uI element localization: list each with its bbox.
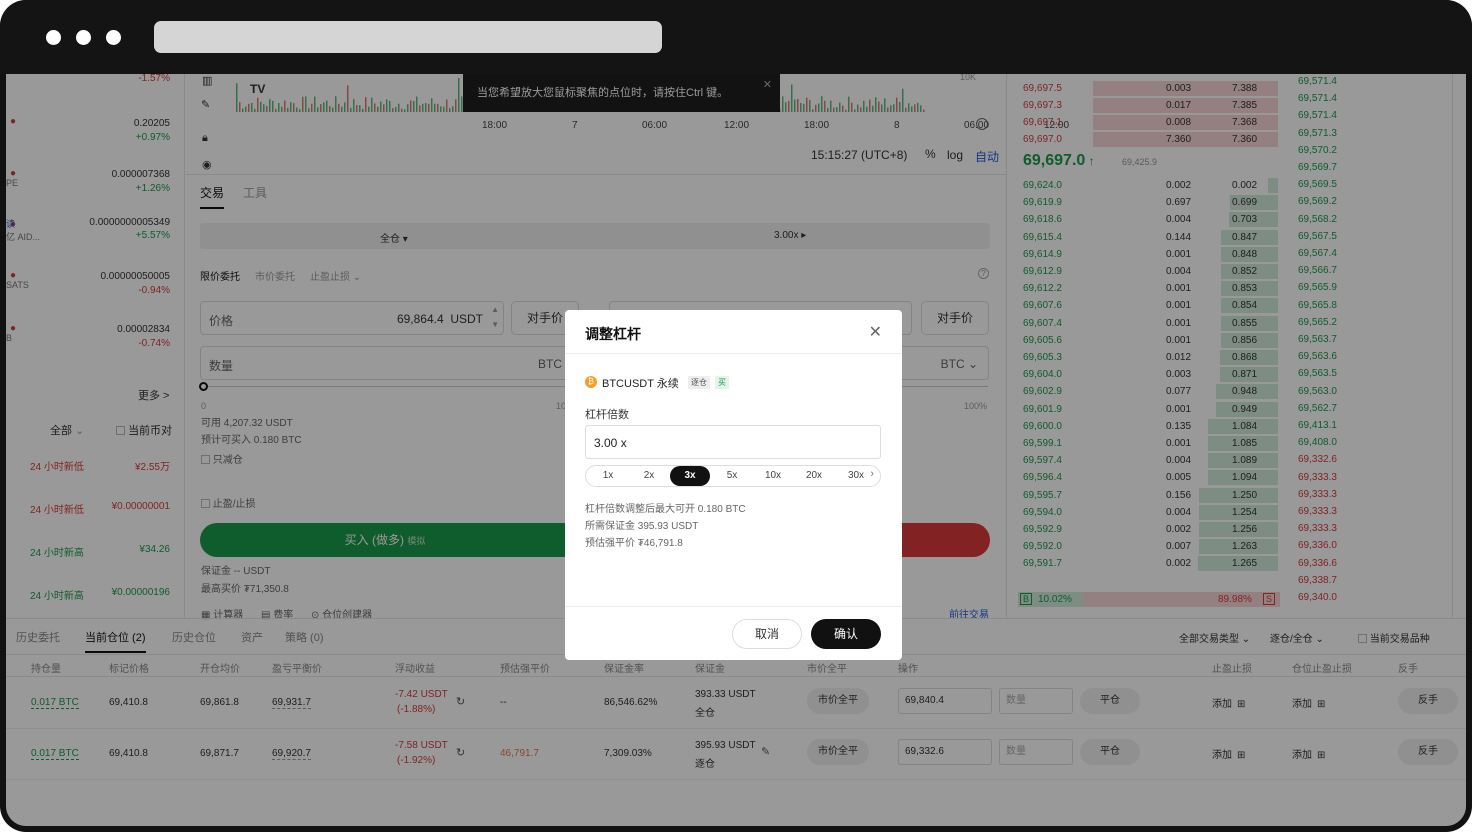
- app-screen: -1.57% ● 0.20205 +0.97% ● PE 0.000007368 +1.26%…: [6, 74, 1466, 826]
- leverage-modal: 调整杠杆 ✕ ₿ BTCUSDT 永续 逐仓 买 杠杆倍数 3.00 x 1x 2…: [565, 310, 902, 660]
- device-frame: -1.57% ● 0.20205 +0.97% ● PE 0.000007368 +1.26%…: [0, 0, 1472, 832]
- leverage-option-5x[interactable]: 5x: [712, 466, 752, 486]
- modal-symbol: BTCUSDT 永续: [602, 378, 679, 390]
- leverage-option-10x[interactable]: 10x: [753, 466, 793, 486]
- address-bar[interactable]: [154, 21, 662, 53]
- max-open-info: 杠杆倍数调整后最大可开 0.180 BTC: [585, 504, 746, 515]
- margin-mode-tag: 逐仓: [688, 376, 710, 389]
- cancel-button[interactable]: 取消: [732, 619, 802, 649]
- divider: [565, 353, 902, 354]
- leverage-option-3x[interactable]: 3x: [670, 466, 710, 486]
- modal-title: 调整杠杆: [585, 326, 641, 342]
- chevron-right-icon[interactable]: ›: [870, 468, 874, 480]
- divider: [565, 606, 902, 607]
- confirm-button[interactable]: 确认: [811, 619, 881, 649]
- leverage-input[interactable]: 3.00 x: [585, 425, 881, 459]
- leverage-input-value: 3.00 x: [594, 436, 627, 450]
- required-margin-info: 所需保证金 395.93 USDT: [585, 521, 699, 532]
- leverage-option-2x[interactable]: 2x: [629, 466, 669, 486]
- window-dot-icon[interactable]: [76, 30, 91, 45]
- browser-titlebar: [0, 0, 1472, 74]
- bitcoin-icon: ₿: [585, 376, 597, 388]
- window-dot-icon[interactable]: [46, 30, 61, 45]
- close-icon[interactable]: ✕: [869, 322, 882, 342]
- leverage-label: 杠杆倍数: [585, 409, 629, 421]
- leverage-option-20x[interactable]: 20x: [794, 466, 834, 486]
- side-tag: 买: [715, 376, 729, 389]
- liquidation-price-info: 预估强平价 ₮46,791.8: [585, 538, 683, 549]
- window-dot-icon[interactable]: [106, 30, 121, 45]
- leverage-options: 1x 2x 3x 5x 10x 20x 30x ›: [585, 465, 881, 487]
- leverage-option-1x[interactable]: 1x: [588, 466, 628, 486]
